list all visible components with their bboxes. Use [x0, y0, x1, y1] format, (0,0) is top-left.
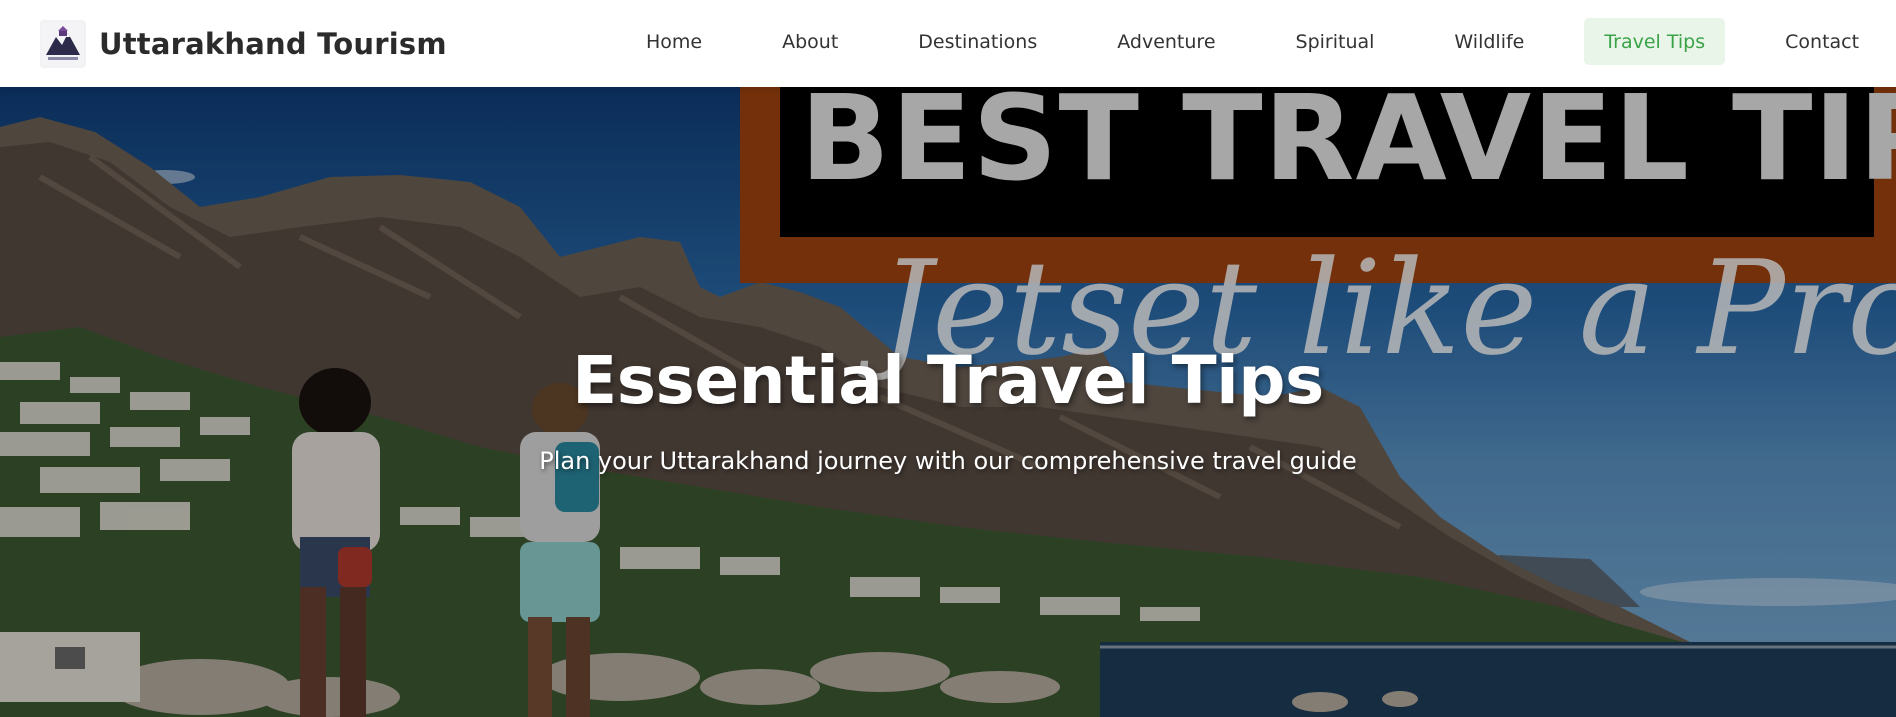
nav-home[interactable]: Home — [626, 18, 722, 65]
mountain-temple-logo-icon[interactable] — [40, 19, 86, 68]
nav-links: Home About Destinations Adventure Spirit… — [626, 18, 1879, 65]
hero-content: Essential Travel Tips Plan your Uttarakh… — [0, 342, 1896, 475]
hero-subtitle: Plan your Uttarakhand journey with our c… — [539, 447, 1357, 475]
nav-wildlife[interactable]: Wildlife — [1434, 18, 1544, 65]
nav-about[interactable]: About — [762, 18, 858, 65]
nav-spiritual[interactable]: Spiritual — [1276, 18, 1395, 65]
nav-contact[interactable]: Contact — [1765, 18, 1879, 65]
nav-adventure[interactable]: Adventure — [1097, 18, 1235, 65]
hero-title: Essential Travel Tips — [572, 342, 1324, 419]
image-banner-headline: BEST TRAVEL TIPS — [800, 87, 1896, 207]
hero-section: BEST TRAVEL TIPS Jetset like a Pro Essen… — [0, 87, 1896, 717]
nav-travel-tips[interactable]: Travel Tips — [1584, 18, 1726, 65]
nav-destinations[interactable]: Destinations — [898, 18, 1057, 65]
brand[interactable]: Uttarakhand Tourism — [40, 19, 447, 68]
brand-name[interactable]: Uttarakhand Tourism — [99, 27, 447, 61]
navbar: Uttarakhand Tourism Home About Destinati… — [0, 0, 1896, 87]
